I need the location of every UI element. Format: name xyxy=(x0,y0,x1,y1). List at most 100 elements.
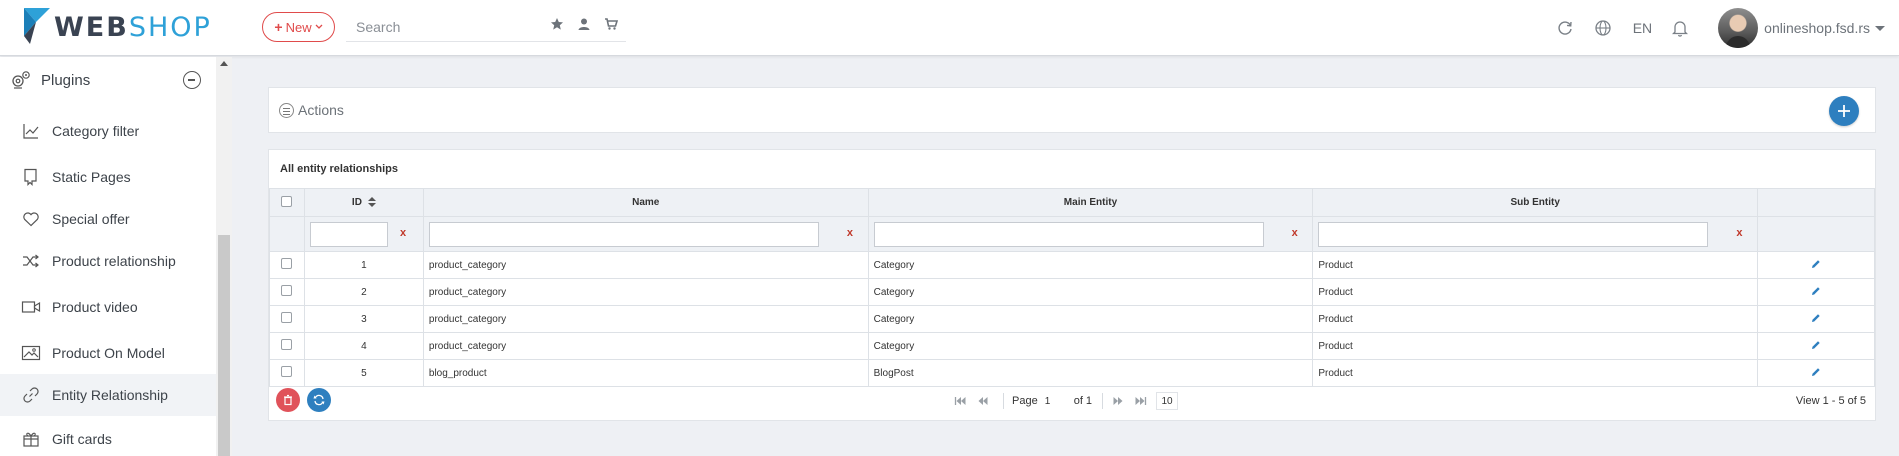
avatar[interactable] xyxy=(1718,8,1759,48)
last-page-icon[interactable] xyxy=(1134,394,1148,408)
sidebar-item-entity-relationship[interactable]: Entity Relationship xyxy=(0,374,216,416)
filter-cell-id: x xyxy=(303,216,424,252)
pencil-icon[interactable] xyxy=(1811,340,1821,353)
account-name[interactable]: onlineshop.fsd.rs xyxy=(1764,20,1870,36)
column-header-name[interactable]: Name xyxy=(422,188,869,217)
sort-icon[interactable] xyxy=(367,197,376,208)
row-checkbox[interactable] xyxy=(281,258,293,269)
sidebar-section-plugins[interactable]: Plugins xyxy=(0,65,216,95)
logo-flag-icon xyxy=(24,8,50,44)
filter-cell-main-entity: x xyxy=(867,216,1314,252)
shuffle-icon xyxy=(20,250,42,272)
logo[interactable]: WEBSHOP xyxy=(22,6,212,46)
plugins-icon xyxy=(10,69,32,91)
sidebar-item-product-relationship[interactable]: Product relationship xyxy=(0,246,216,276)
cell-name: product_category xyxy=(422,332,869,360)
row-checkbox[interactable] xyxy=(281,366,293,377)
user-icon[interactable] xyxy=(577,17,591,31)
filter-name-clear[interactable]: x xyxy=(847,227,853,239)
language-selector[interactable]: EN xyxy=(1633,20,1652,36)
entity-grid: All entity relationships ID Name Main En… xyxy=(268,149,1876,421)
filter-main-entity-clear[interactable]: x xyxy=(1292,227,1298,239)
reload-button[interactable] xyxy=(307,388,331,412)
filter-sub-entity-clear[interactable]: x xyxy=(1736,227,1742,239)
table-row[interactable]: 4 product_category Category Product xyxy=(269,332,1875,360)
new-button[interactable]: + New xyxy=(262,12,335,42)
top-bar: WEBSHOP + New EN onlineshop.fsd.rs xyxy=(0,0,1899,56)
caret-down-icon[interactable] xyxy=(1875,25,1885,31)
cart-icon[interactable] xyxy=(604,17,619,31)
heart-icon xyxy=(20,208,42,230)
filter-id-input[interactable] xyxy=(309,222,388,247)
globe-icon[interactable] xyxy=(1593,18,1613,38)
sidebar-item-label: Product relationship xyxy=(52,253,176,269)
column-header-main-entity[interactable]: Main Entity xyxy=(867,188,1314,217)
sidebar-item-category-filter[interactable]: Category filter xyxy=(0,116,216,146)
filter-main-entity-input[interactable] xyxy=(873,222,1264,247)
first-page-icon[interactable] xyxy=(953,394,967,408)
next-page-icon[interactable] xyxy=(1111,394,1125,408)
scroll-up-icon[interactable] xyxy=(220,61,228,66)
prev-page-icon[interactable] xyxy=(976,394,990,408)
row-select-cell xyxy=(269,278,305,306)
table-row[interactable]: 2 product_category Category Product xyxy=(269,278,1875,306)
page-label: Page xyxy=(1012,395,1038,407)
filter-id-clear[interactable]: x xyxy=(400,227,406,239)
page-size-select[interactable]: 10 xyxy=(1156,392,1179,410)
sidebar-item-product-on-model[interactable]: Product On Model xyxy=(0,338,216,368)
cell-main-entity: Category xyxy=(867,305,1314,333)
pencil-icon[interactable] xyxy=(1811,367,1821,380)
top-right-controls: EN onlineshop.fsd.rs xyxy=(1537,0,1885,56)
actions-label: Actions xyxy=(298,102,344,118)
page-number-input[interactable] xyxy=(1041,393,1070,409)
sidebar-item-static-pages[interactable]: Static Pages xyxy=(0,162,216,192)
filter-cell-name: x xyxy=(422,216,869,252)
pencil-icon[interactable] xyxy=(1811,313,1821,326)
entity-table: ID Name Main Entity Sub Entity x x x x 1… xyxy=(269,188,1875,387)
sidebar: Plugins Category filter Static Pages Spe… xyxy=(0,57,232,456)
sidebar-item-special-offer[interactable]: Special offer xyxy=(0,204,216,234)
cell-sub-entity: Product xyxy=(1312,305,1759,333)
video-icon xyxy=(20,296,42,318)
gift-icon xyxy=(20,428,42,450)
column-header-sub-entity[interactable]: Sub Entity xyxy=(1312,188,1759,217)
table-row[interactable]: 3 product_category Category Product xyxy=(269,305,1875,333)
sidebar-item-gift-cards[interactable]: Gift cards xyxy=(0,424,216,454)
refresh-icon[interactable] xyxy=(1555,18,1575,38)
scrollbar-thumb[interactable] xyxy=(218,235,230,456)
actions-menu[interactable]: Actions xyxy=(279,102,344,118)
cell-name: product_category xyxy=(422,305,869,333)
select-all-cell xyxy=(269,188,305,217)
table-row[interactable]: 1 product_category Category Product xyxy=(269,251,1875,279)
sidebar-item-product-video[interactable]: Product video xyxy=(0,292,216,322)
pencil-icon[interactable] xyxy=(1811,286,1821,299)
row-checkbox[interactable] xyxy=(281,312,293,323)
filter-name-input[interactable] xyxy=(428,222,819,247)
column-label: ID xyxy=(351,197,362,208)
search-input[interactable] xyxy=(356,16,546,38)
column-header-id[interactable]: ID xyxy=(303,188,424,217)
sidebar-item-label: Product On Model xyxy=(52,345,165,361)
pencil-icon[interactable] xyxy=(1811,259,1821,272)
refresh-icon xyxy=(313,394,325,406)
delete-button[interactable] xyxy=(276,388,300,412)
pager: Page of 1 10 View 1 - 5 of 5 xyxy=(269,383,1875,420)
sidebar-scrollbar[interactable] xyxy=(216,57,232,456)
cell-id: 2 xyxy=(303,278,424,306)
bell-icon[interactable] xyxy=(1670,18,1690,38)
cell-sub-entity: Product xyxy=(1312,278,1759,306)
add-button[interactable] xyxy=(1829,96,1859,126)
filter-cell-sub-entity: x xyxy=(1312,216,1759,252)
trash-icon xyxy=(284,394,292,406)
star-icon[interactable] xyxy=(550,17,564,31)
row-checkbox[interactable] xyxy=(281,285,293,296)
select-all-checkbox[interactable] xyxy=(281,195,293,207)
cell-name: product_category xyxy=(422,251,869,279)
plus-icon xyxy=(1838,105,1850,117)
plus-icon: + xyxy=(274,19,283,35)
row-select-cell xyxy=(269,332,305,360)
filter-sub-entity-input[interactable] xyxy=(1318,222,1709,247)
logo-text: WEBSHOP xyxy=(54,11,212,43)
row-checkbox[interactable] xyxy=(281,339,293,350)
collapse-icon[interactable] xyxy=(183,71,201,89)
